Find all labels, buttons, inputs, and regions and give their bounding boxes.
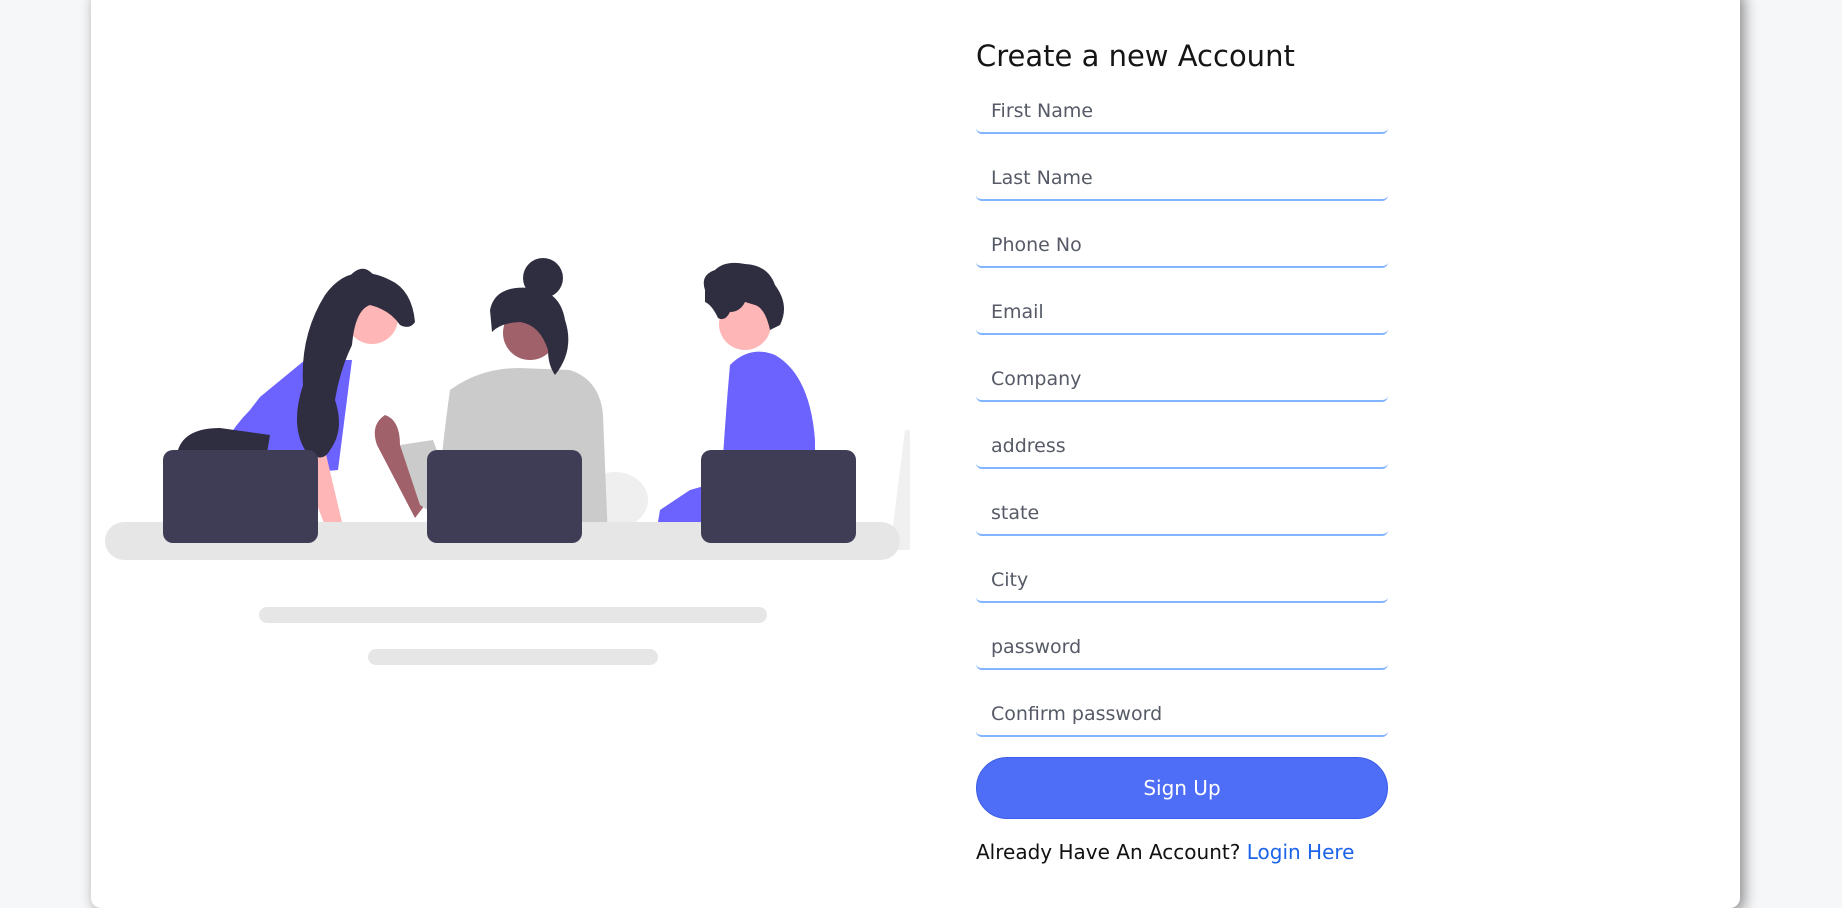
company-field[interactable]: [976, 360, 1388, 402]
first-name-field[interactable]: [976, 92, 1388, 134]
signup-form: Create a new Account Sign Up Already Hav…: [976, 36, 1388, 864]
login-here-link[interactable]: Login Here: [1247, 840, 1355, 864]
last-name-field[interactable]: [976, 159, 1388, 201]
team-illustration: [105, 258, 910, 665]
email-input[interactable]: [976, 293, 1388, 331]
sign-up-button[interactable]: Sign Up: [976, 757, 1388, 819]
city-input[interactable]: [976, 561, 1388, 599]
first-name-input[interactable]: [976, 92, 1388, 130]
address-input[interactable]: [976, 427, 1388, 465]
confirm-password-field[interactable]: [976, 695, 1388, 737]
password-field[interactable]: [976, 628, 1388, 670]
form-title: Create a new Account: [976, 39, 1295, 73]
phone-input[interactable]: [976, 226, 1388, 264]
login-prompt-text: Already Have An Account?: [976, 840, 1241, 864]
company-input[interactable]: [976, 360, 1388, 398]
phone-field[interactable]: [976, 226, 1388, 268]
address-field[interactable]: [976, 427, 1388, 469]
state-input[interactable]: [976, 494, 1388, 532]
login-prompt-row: Already Have An Account? Login Here: [976, 840, 1388, 864]
password-input[interactable]: [976, 628, 1388, 666]
email-field[interactable]: [976, 293, 1388, 335]
state-field[interactable]: [976, 494, 1388, 536]
confirm-password-input[interactable]: [976, 695, 1388, 733]
last-name-input[interactable]: [976, 159, 1388, 197]
city-field[interactable]: [976, 561, 1388, 603]
